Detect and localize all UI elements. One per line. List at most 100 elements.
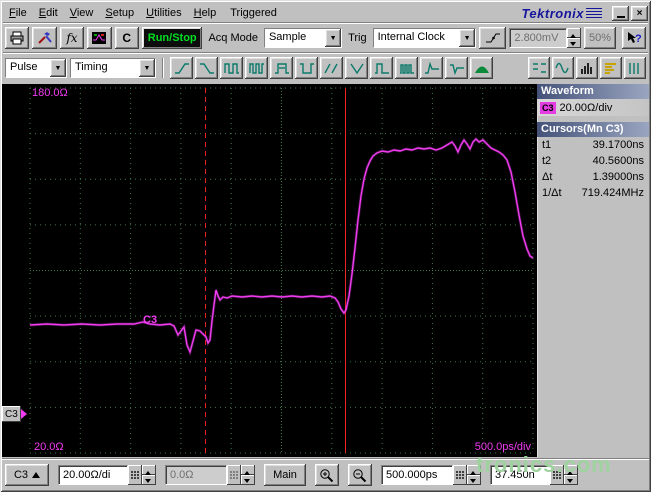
menu-view[interactable]: View xyxy=(64,6,100,20)
run-stop-button[interactable]: Run/Stop xyxy=(141,27,203,49)
burst-width-icon xyxy=(399,63,414,74)
readout-value: 39.1700ns xyxy=(592,139,644,151)
readout-value: 719.424MHz xyxy=(581,187,644,199)
menu-help[interactable]: Help xyxy=(188,6,223,20)
main-toolbar: fx C Run/Stop Acq Mode Sample ▼ Trig Int… xyxy=(3,23,648,52)
meas-rise-time-button[interactable] xyxy=(170,57,193,79)
meas-burst-width-button[interactable] xyxy=(395,57,418,79)
spin-up-icon[interactable] xyxy=(241,465,255,475)
trigger-level-input[interactable]: 2.800mV xyxy=(509,28,568,48)
channel-select-button[interactable]: C3 xyxy=(5,464,49,486)
mask-icon xyxy=(533,62,546,73)
trigger-slope-button[interactable] xyxy=(479,27,507,49)
horizontal-scale-spinner[interactable] xyxy=(467,465,481,485)
waveform-database-button[interactable] xyxy=(552,57,574,79)
menu-file[interactable]: File xyxy=(3,6,33,20)
channel-select-label: C3 xyxy=(13,469,29,481)
vertical-bars-button[interactable] xyxy=(624,57,646,79)
close-button[interactable]: × xyxy=(631,5,648,21)
measure-category-select[interactable]: Pulse ▼ xyxy=(5,58,67,78)
svg-text:?: ? xyxy=(635,33,642,45)
minimize-button[interactable] xyxy=(612,5,629,21)
chevron-down-icon[interactable]: ▼ xyxy=(459,29,476,47)
horizontal-scale-keypad-button[interactable] xyxy=(453,465,467,485)
menu-utilities[interactable]: Utilities xyxy=(140,6,187,20)
readout-label: Δt xyxy=(542,171,553,183)
keypad-icon xyxy=(553,471,561,479)
mask-button[interactable] xyxy=(87,27,112,49)
zoom-out-button[interactable] xyxy=(348,464,372,486)
chevron-down-icon[interactable]: ▼ xyxy=(50,59,66,77)
readout-value: 40.5600ns xyxy=(592,155,644,167)
mask-waveform-icon xyxy=(92,32,107,44)
math-button[interactable]: fx xyxy=(59,27,85,49)
readout-value: 1.39000ns xyxy=(592,171,644,183)
c3-trace[interactable] xyxy=(29,138,534,355)
tektronix-logo-stripes xyxy=(586,7,602,19)
menu-bar: File Edit View Setup Utilities Help Triggered… xyxy=(3,4,648,22)
meas-negative-overshoot-button[interactable] xyxy=(445,57,468,79)
popup-arrow-icon xyxy=(32,468,41,478)
trig-source-select[interactable]: Internal Clock ▼ xyxy=(372,28,477,48)
horizontal-scale-control: 500.000ps xyxy=(381,465,481,485)
meas-delay-button[interactable] xyxy=(320,57,343,79)
set-to-50pct-button[interactable]: 50% xyxy=(584,27,616,49)
channel-marker[interactable]: C3 xyxy=(2,406,32,422)
cursor-button[interactable]: C xyxy=(114,27,139,49)
print-button[interactable] xyxy=(5,27,30,49)
meas-frequency-button[interactable] xyxy=(245,57,268,79)
toolbar-separator xyxy=(162,58,164,78)
zoom-in-button[interactable] xyxy=(315,464,339,486)
spin-up-icon[interactable] xyxy=(564,465,578,475)
histogram-horizontal-icon xyxy=(605,62,616,74)
waveform-database-icon xyxy=(555,62,569,73)
measure-type-select[interactable]: Timing ▼ xyxy=(70,58,156,78)
meas-positive-overshoot-button[interactable] xyxy=(420,57,443,79)
vertical-scale-keypad-button[interactable] xyxy=(128,465,142,485)
positive-width-icon xyxy=(274,62,289,74)
meas-fall-time-button[interactable] xyxy=(195,57,218,79)
spin-up-icon[interactable] xyxy=(567,28,582,38)
histogram-vertical-button[interactable] xyxy=(576,57,598,79)
meas-period-button[interactable] xyxy=(220,57,243,79)
meas-negative-width-button[interactable] xyxy=(295,57,318,79)
acq-mode-label: Acq Mode xyxy=(208,32,258,44)
spin-down-icon[interactable] xyxy=(567,38,582,48)
menu-edit[interactable]: Edit xyxy=(33,6,64,20)
setup-dialogs-button[interactable] xyxy=(32,27,57,49)
horizontal-position-keypad-button[interactable] xyxy=(550,465,564,485)
meas-area-button[interactable] xyxy=(470,57,493,79)
mask-button[interactable] xyxy=(528,57,550,79)
spin-down-icon[interactable] xyxy=(241,475,255,485)
menu-setup[interactable]: Setup xyxy=(99,6,140,20)
vertical-offset-field[interactable]: 0.0Ω xyxy=(165,465,227,485)
chevron-down-icon[interactable]: ▼ xyxy=(325,29,342,47)
horizontal-position-field[interactable]: 37.450n xyxy=(490,465,550,485)
display-mode-buttons xyxy=(528,57,646,79)
minimize-icon xyxy=(616,15,625,18)
vertical-offset-spinner[interactable] xyxy=(241,465,255,485)
spin-down-icon[interactable] xyxy=(467,475,481,485)
vertical-scale-spinner[interactable] xyxy=(142,465,156,485)
spin-up-icon[interactable] xyxy=(467,465,481,475)
vertical-offset-keypad-button[interactable] xyxy=(227,465,241,485)
spin-down-icon[interactable] xyxy=(142,475,156,485)
negative-width-icon xyxy=(299,62,314,74)
meas-positive-width-button[interactable] xyxy=(270,57,293,79)
channel-scale-row[interactable]: C3 20.00Ω/div xyxy=(537,99,649,116)
meas-positive-duty-button[interactable] xyxy=(370,57,393,79)
acq-mode-select[interactable]: Sample ▼ xyxy=(263,28,343,48)
main-timebase-button[interactable]: Main xyxy=(264,464,306,486)
meas-phase-button[interactable] xyxy=(345,57,368,79)
spin-down-icon[interactable] xyxy=(564,475,578,485)
trigger-level-spinner[interactable] xyxy=(567,28,582,48)
spin-up-icon[interactable] xyxy=(142,465,156,475)
histogram-horizontal-button[interactable] xyxy=(600,57,622,79)
phase-icon xyxy=(349,63,364,74)
horizontal-scale-field[interactable]: 500.000ps xyxy=(381,465,453,485)
context-help-button[interactable]: ? xyxy=(621,27,646,49)
chevron-down-icon[interactable]: ▼ xyxy=(139,59,155,77)
horizontal-position-spinner[interactable] xyxy=(564,465,578,485)
vertical-scale-field[interactable]: 20.00Ω/di xyxy=(58,465,128,485)
waveform-display[interactable]: 180.0Ω 20.0Ω 500.0ps/div C3 C3 xyxy=(2,84,537,457)
